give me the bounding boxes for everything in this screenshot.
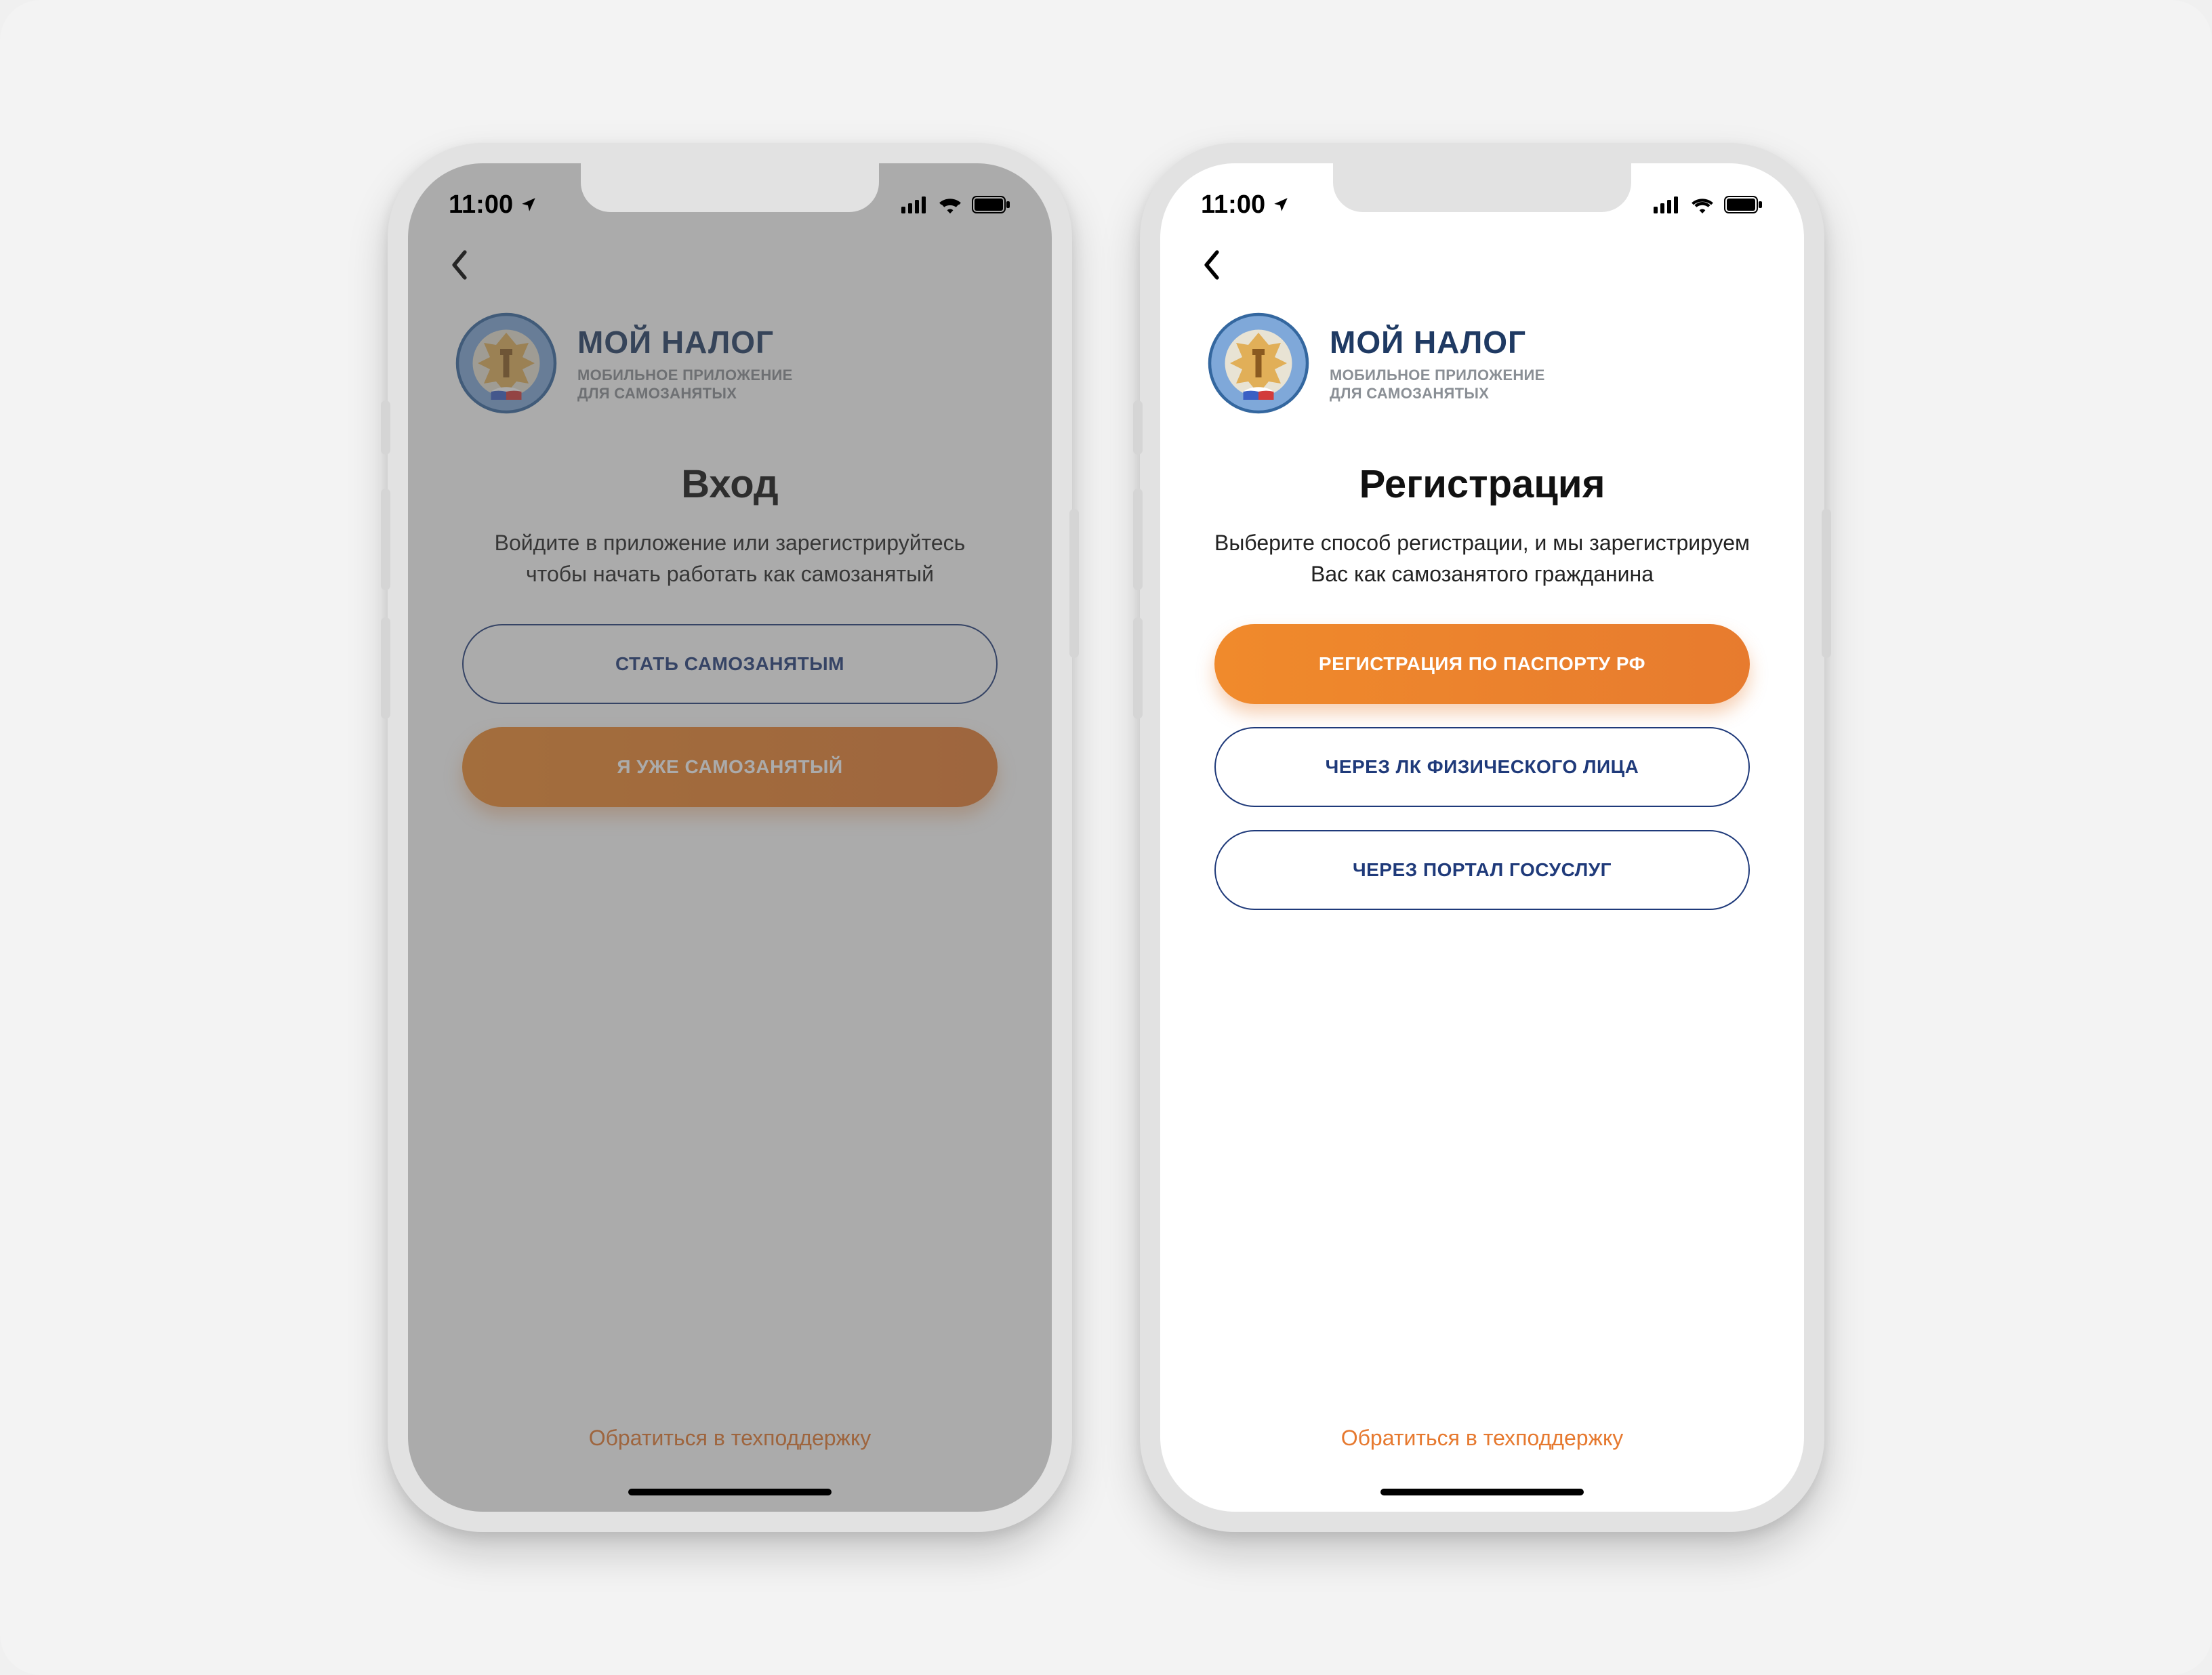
location-icon (1272, 196, 1290, 213)
phone-side-button (1069, 509, 1079, 658)
status-time: 11:00 (449, 190, 513, 220)
already-self-employed-button[interactable]: Я УЖЕ САМОЗАНЯТЫЙ (462, 727, 998, 807)
page-lead: Войдите в приложение или зарегистрируйте… (449, 527, 1011, 590)
page-heading: Вход (449, 461, 1011, 507)
page-lead: Выберите способ регистрации, и мы зареги… (1201, 527, 1763, 590)
become-self-employed-button[interactable]: СТАТЬ САМОЗАНЯТЫМ (462, 624, 998, 704)
battery-icon (1724, 196, 1763, 213)
support-link-label: Обратиться в техподдержку (1341, 1426, 1624, 1450)
app-brand: МОЙ НАЛОГ МОБИЛЬНОЕ ПРИЛОЖЕНИЕ ДЛЯ САМОЗ… (449, 306, 1011, 441)
button-label: РЕГИСТРАЦИЯ ПО ПАСПОРТУ РФ (1319, 653, 1645, 675)
status-time: 11:00 (1201, 190, 1265, 220)
phone-side-button (381, 400, 390, 455)
support-link[interactable]: Обратиться в техподдержку (408, 1426, 1052, 1451)
button-label: ЧЕРЕЗ ЛК ФИЗИЧЕСКОГО ЛИЦА (1326, 756, 1639, 778)
register-lk-button[interactable]: ЧЕРЕЗ ЛК ФИЗИЧЕСКОГО ЛИЦА (1214, 727, 1750, 807)
phone-side-button (381, 617, 390, 719)
app-subtitle: МОБИЛЬНОЕ ПРИЛОЖЕНИЕ ДЛЯ САМОЗАНЯТЫХ (577, 366, 793, 403)
screen-login: 11:00 (408, 163, 1052, 1512)
wifi-icon (938, 196, 962, 213)
screen-register: 11:00 (1160, 163, 1804, 1512)
button-label: Я УЖЕ САМОЗАНЯТЫЙ (617, 756, 842, 778)
home-indicator[interactable] (628, 1489, 832, 1495)
support-link-label: Обратиться в техподдержку (589, 1426, 872, 1450)
phone-side-button (1133, 489, 1143, 590)
brand-text: МОЙ НАЛОГ МОБИЛЬНОЕ ПРИЛОЖЕНИЕ ДЛЯ САМОЗ… (577, 324, 793, 403)
phone-side-button (1133, 617, 1143, 719)
home-indicator[interactable] (1380, 1489, 1584, 1495)
cellular-icon (1654, 196, 1681, 213)
fns-emblem-icon (455, 312, 557, 414)
wifi-icon (1690, 196, 1715, 213)
app-title: МОЙ НАЛОГ (1330, 324, 1545, 360)
back-button[interactable] (449, 245, 489, 285)
location-icon (520, 196, 537, 213)
battery-icon (972, 196, 1011, 213)
support-link[interactable]: Обратиться в техподдержку (1160, 1426, 1804, 1451)
app-title: МОЙ НАЛОГ (577, 324, 793, 360)
screen-content: МОЙ НАЛОГ МОБИЛЬНОЕ ПРИЛОЖЕНИЕ ДЛЯ САМОЗ… (1160, 163, 1804, 1512)
back-button[interactable] (1201, 245, 1242, 285)
app-brand: МОЙ НАЛОГ МОБИЛЬНОЕ ПРИЛОЖЕНИЕ ДЛЯ САМОЗ… (1201, 306, 1763, 441)
status-bar: 11:00 (1160, 163, 1804, 231)
chevron-left-icon (449, 250, 470, 280)
status-bar: 11:00 (408, 163, 1052, 231)
register-passport-button[interactable]: РЕГИСТРАЦИЯ ПО ПАСПОРТУ РФ (1214, 624, 1750, 704)
phone-side-button (1133, 400, 1143, 455)
register-gosuslugi-button[interactable]: ЧЕРЕЗ ПОРТАЛ ГОСУСЛУГ (1214, 830, 1750, 910)
app-subtitle: МОБИЛЬНОЕ ПРИЛОЖЕНИЕ ДЛЯ САМОЗАНЯТЫХ (1330, 366, 1545, 403)
page-heading: Регистрация (1201, 461, 1763, 507)
phone-side-button (1822, 509, 1831, 658)
phone-mockup-login: 11:00 (388, 143, 1072, 1532)
screen-content: МОЙ НАЛОГ МОБИЛЬНОЕ ПРИЛОЖЕНИЕ ДЛЯ САМОЗ… (408, 163, 1052, 1512)
phone-side-button (381, 489, 390, 590)
cellular-icon (901, 196, 928, 213)
fns-emblem-icon (1208, 312, 1309, 414)
button-label: СТАТЬ САМОЗАНЯТЫМ (615, 653, 844, 675)
chevron-left-icon (1201, 250, 1223, 280)
button-label: ЧЕРЕЗ ПОРТАЛ ГОСУСЛУГ (1353, 859, 1612, 881)
brand-text: МОЙ НАЛОГ МОБИЛЬНОЕ ПРИЛОЖЕНИЕ ДЛЯ САМОЗ… (1330, 324, 1545, 403)
phone-mockup-register: 11:00 (1140, 143, 1824, 1532)
mockup-canvas: 11:00 (0, 0, 2212, 1675)
